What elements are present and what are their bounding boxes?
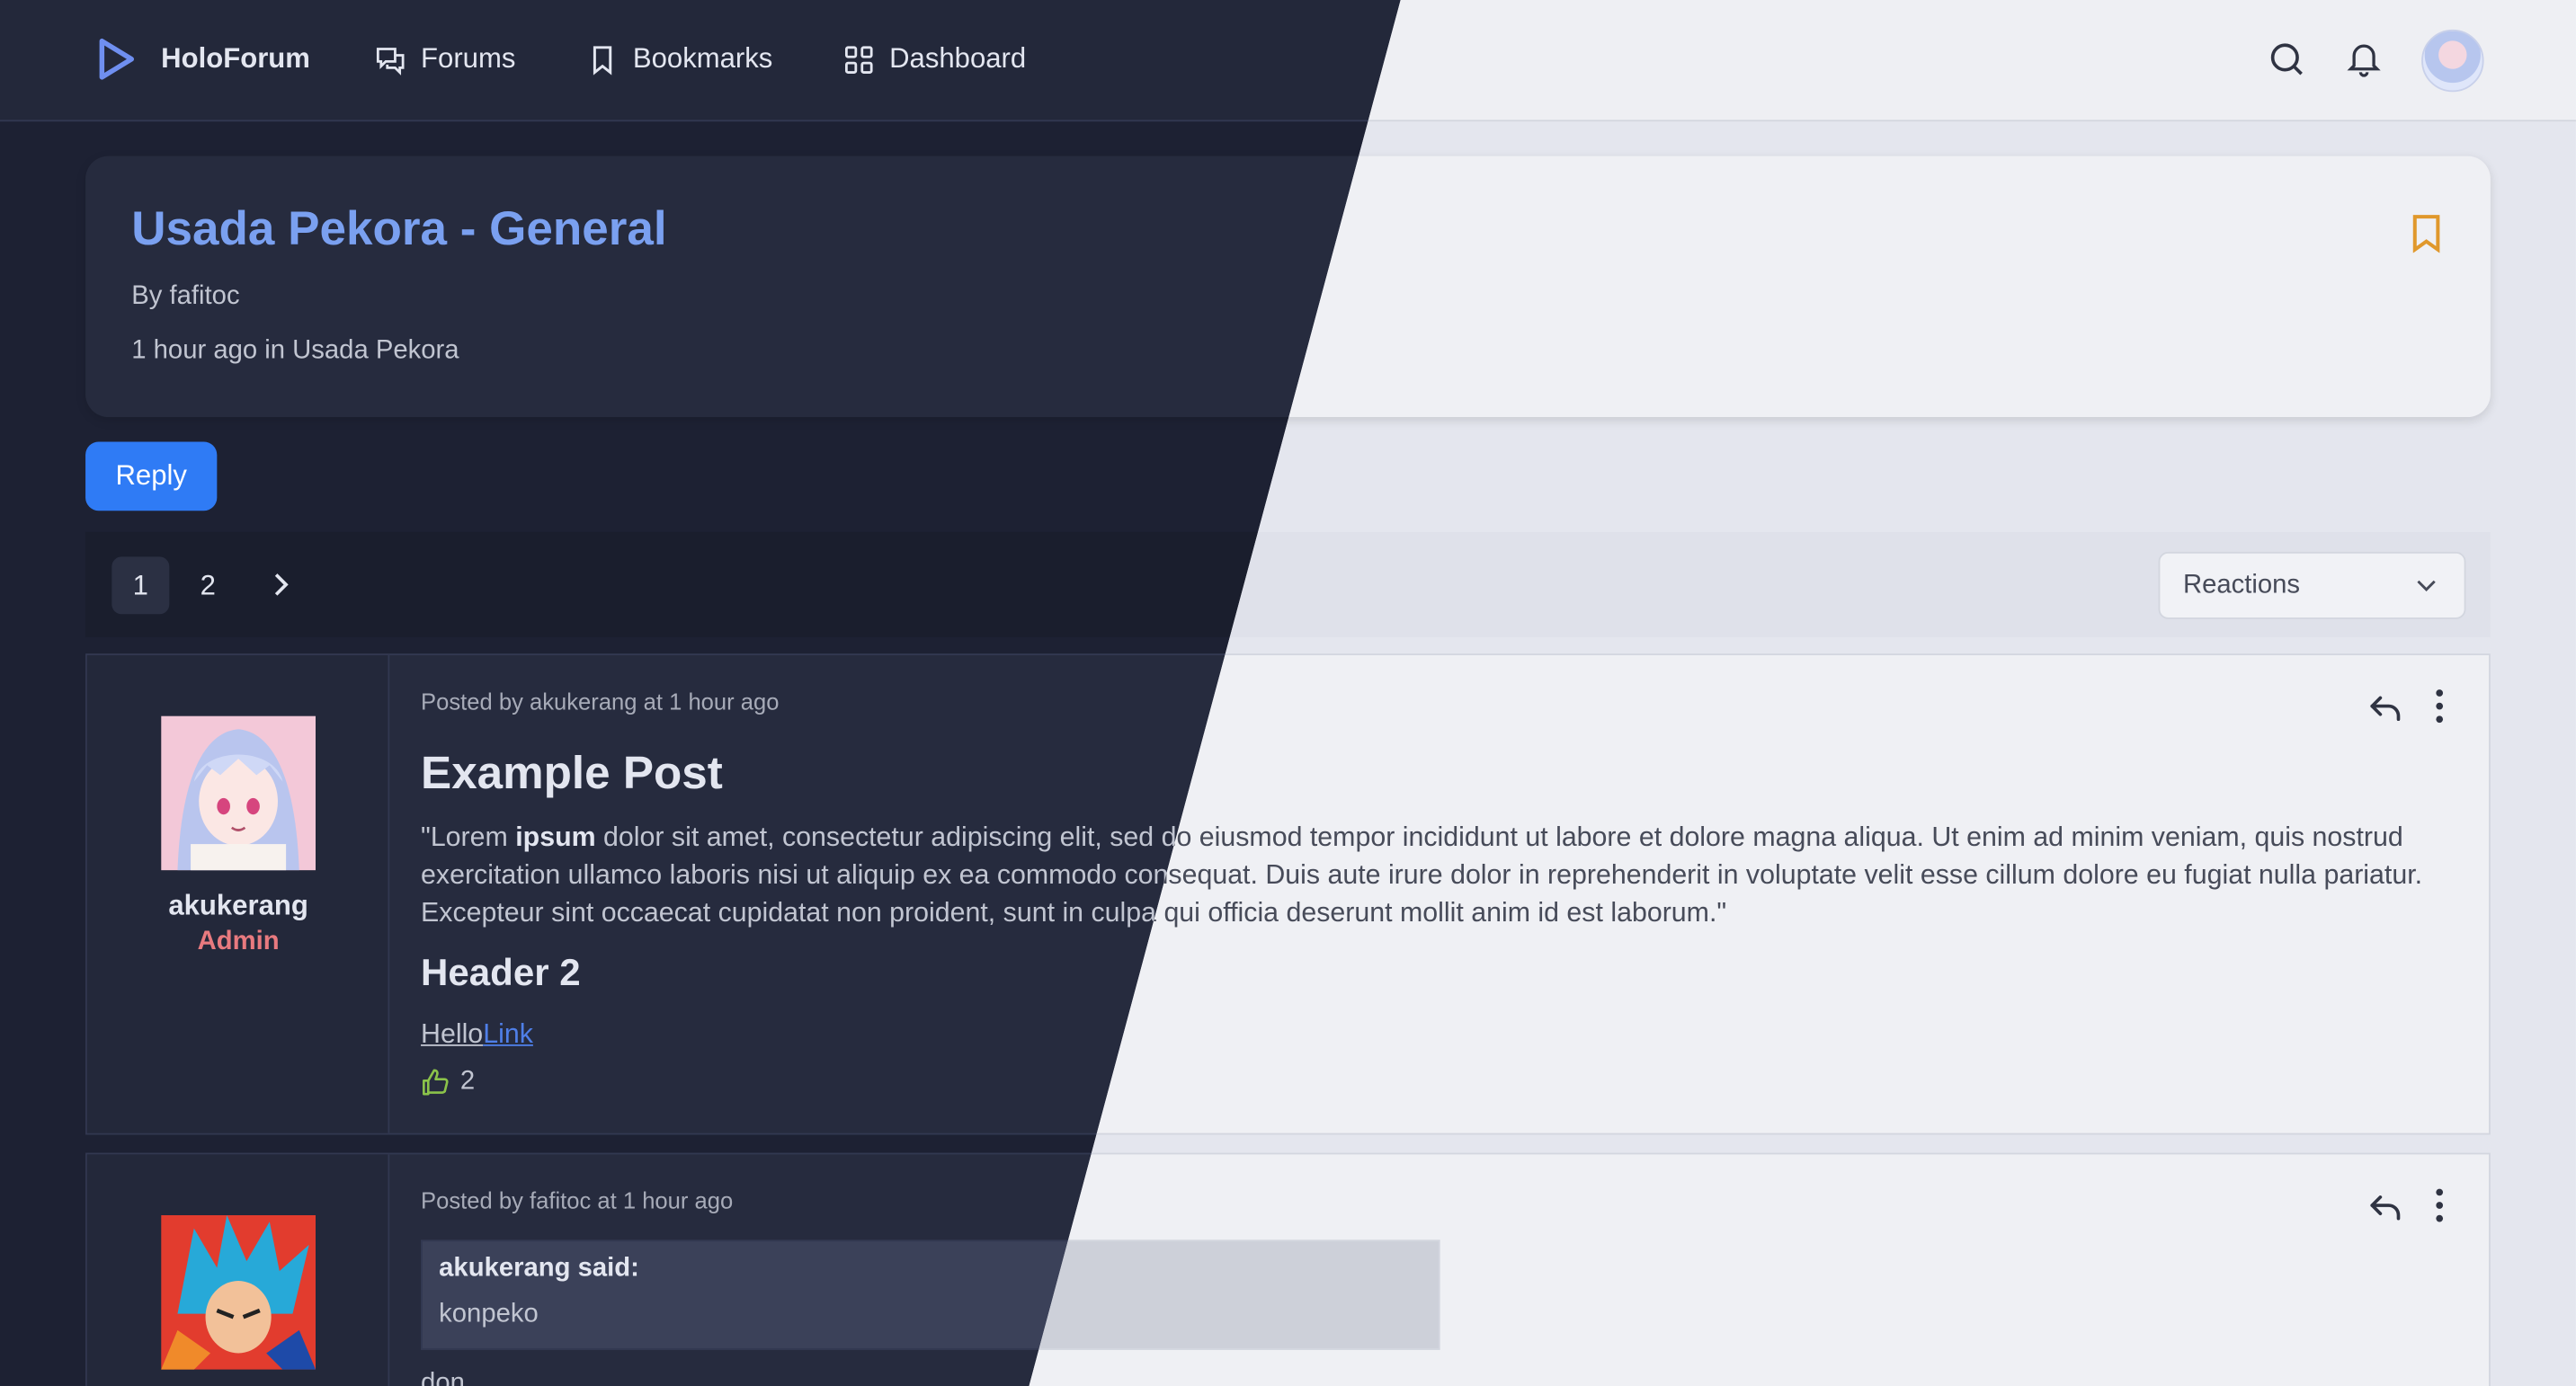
nav-forums-label: Forums [421,42,516,75]
more-vertical-icon[interactable] [2427,1187,2453,1223]
page-1-button[interactable]: 1 [111,556,170,615]
thread-meta: 1 hour ago in Usada Pekora [131,336,459,365]
bell-icon[interactable] [2344,40,2384,79]
post-title: Example Post [421,747,723,798]
reply-arrow-icon[interactable] [2367,691,2403,724]
post-meta: Posted by fafitoc at 1 hour ago [421,1186,734,1214]
more-vertical-icon[interactable] [2427,689,2453,724]
forums-icon [376,47,405,76]
quote-text: konpeko [439,1300,539,1329]
sort-dropdown-value: Reactions [2182,570,2301,599]
reply-arrow-icon[interactable] [2367,1191,2403,1224]
post-body-lead: "Lorem [421,821,516,853]
reply-button[interactable]: Reply [85,441,218,511]
search-icon[interactable] [2267,40,2306,79]
post-avatar[interactable] [161,1214,316,1370]
dashboard-icon [845,45,873,74]
post-header-2: Header 2 [421,950,581,994]
chevron-down-icon [2417,580,2436,591]
post-author-panel: akukerang Admin [86,654,390,1133]
user-avatar[interactable] [2421,29,2484,93]
post-link-hello[interactable]: Hello [421,1018,483,1050]
brand-link[interactable]: HoloForum [95,36,310,82]
post-link-link[interactable]: Link [483,1018,533,1050]
nav-dashboard-label: Dashboard [889,42,1027,75]
nav-bookmarks-label: Bookmarks [632,42,773,75]
post-links: HelloLink [421,1018,533,1052]
quote-author: akukerang said: [439,1254,639,1283]
bookmark-thread-icon[interactable] [2408,214,2444,253]
post-body-bold: ipsum [515,821,596,853]
like-reaction[interactable]: 2 [421,1068,475,1097]
like-count: 2 [459,1067,476,1096]
page-2-button[interactable]: 2 [179,556,236,614]
thumbs-up-icon [423,1069,449,1096]
post-body: don [421,1369,465,1386]
brand-name: HoloForum [161,42,310,75]
nav-dashboard[interactable]: Dashboard [843,43,1026,76]
forum-thread-page: HoloForum Forums Bookmarks Dashboard Usa… [0,0,2576,1386]
thread-title: Usada Pekora - General [131,203,667,257]
post-avatar[interactable] [161,715,316,871]
chevron-right-icon[interactable] [264,568,298,601]
post-username[interactable]: akukerang [87,890,389,923]
post-user-role: Admin [197,928,280,956]
nav-forums[interactable]: Forums [375,42,516,76]
thread-author: By fafitoc [131,282,240,311]
post-meta: Posted by akukerang at 1 hour ago [421,688,780,715]
bookmark-icon [593,45,612,75]
nav-bookmarks[interactable]: Bookmarks [587,42,773,76]
post-author-panel [86,1154,390,1386]
sort-dropdown[interactable]: Reactions [2158,551,2466,619]
play-logo-icon [99,38,135,80]
